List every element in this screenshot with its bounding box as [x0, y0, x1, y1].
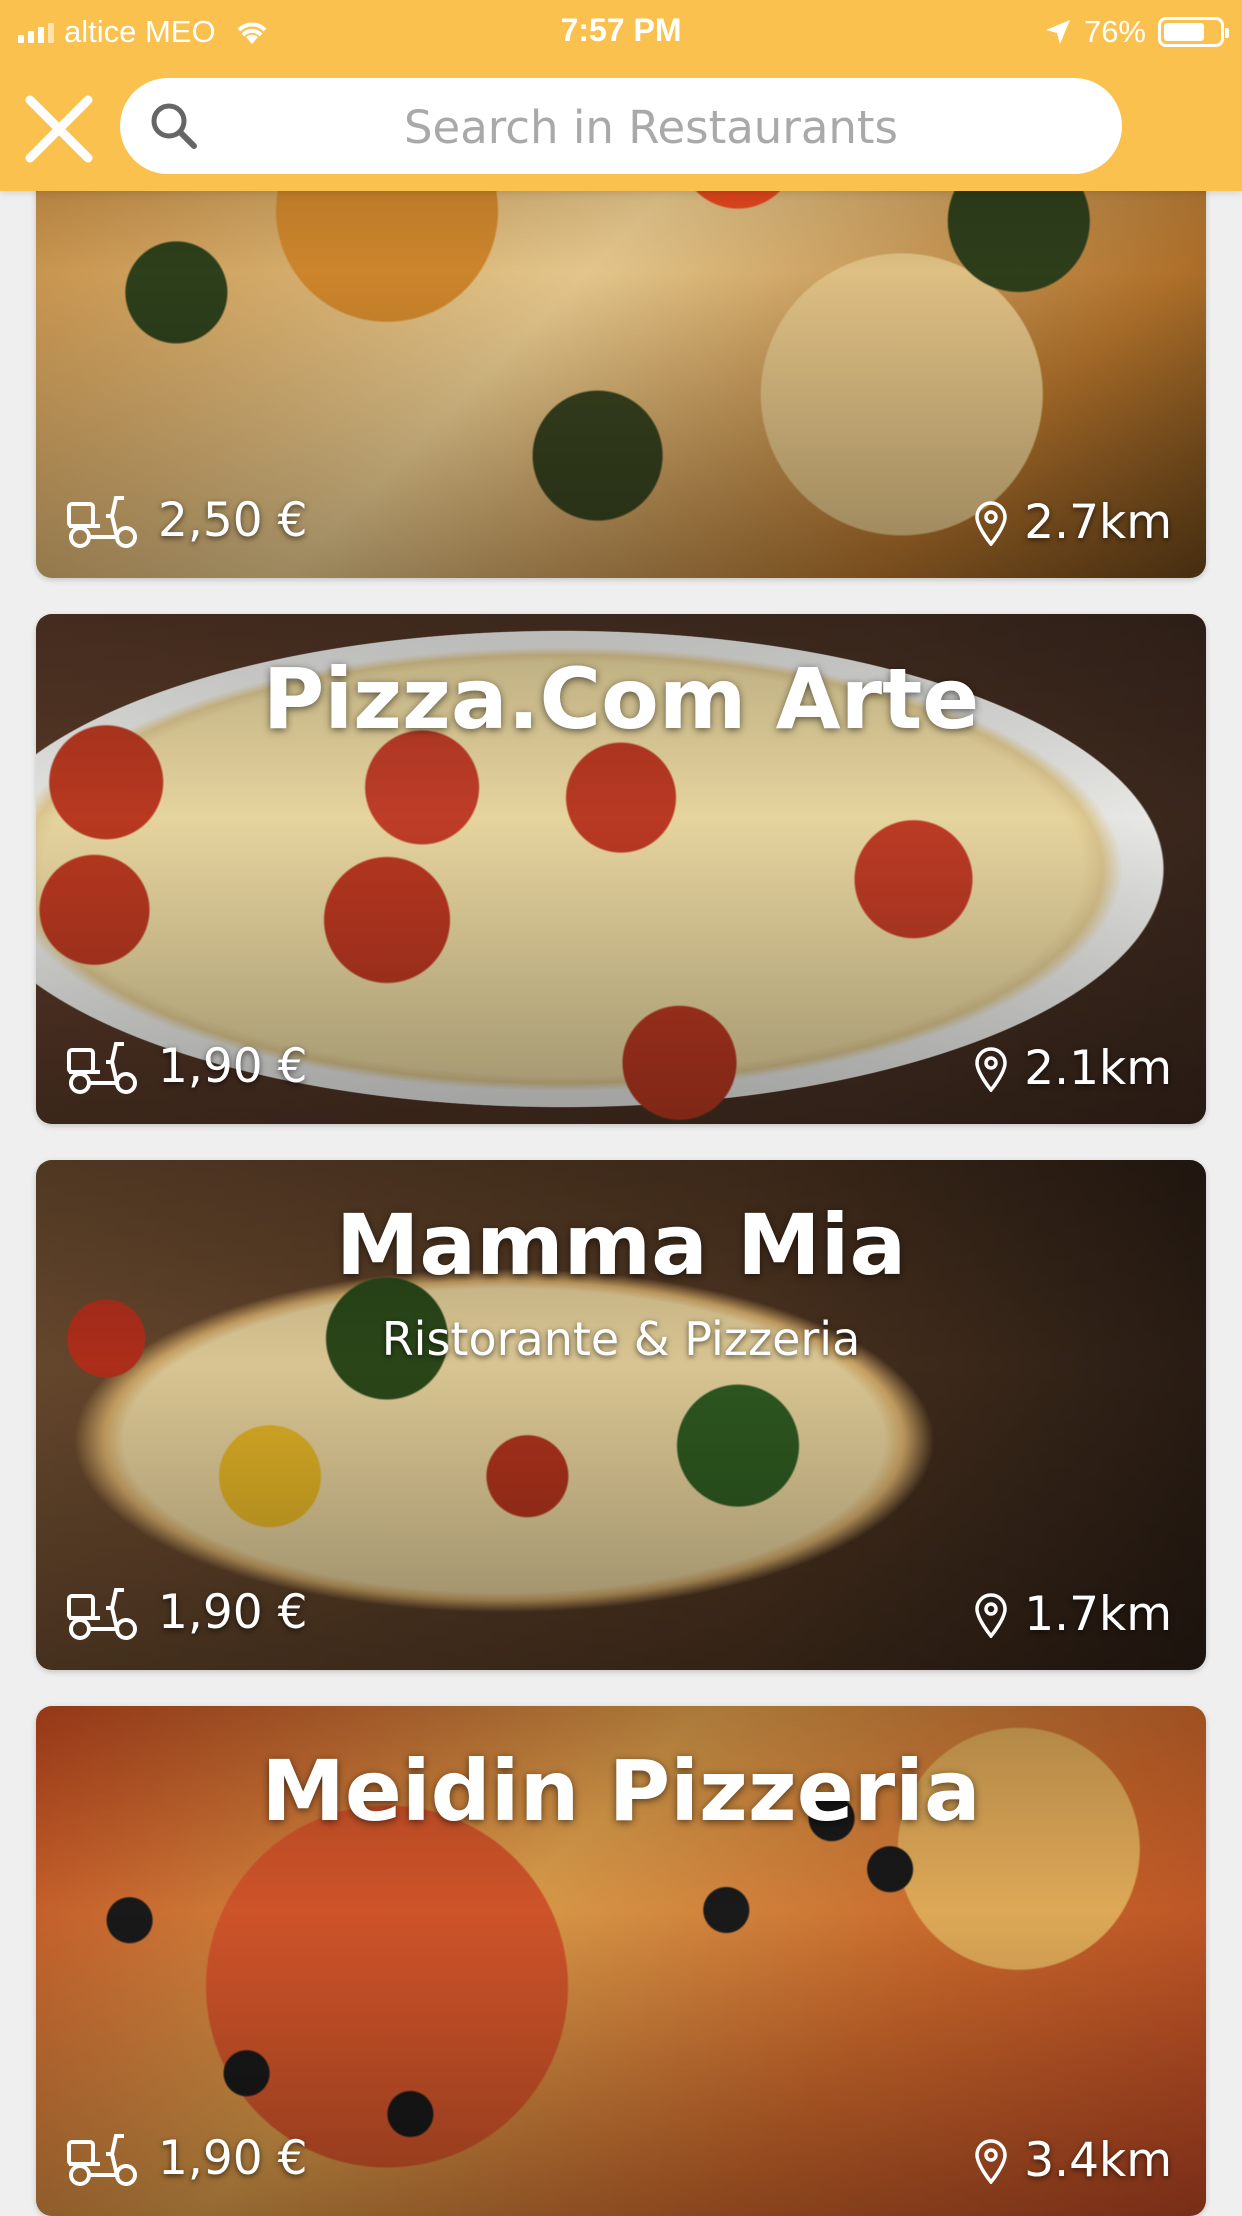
delivery-fee: 2,50 € [66, 490, 308, 550]
restaurant-name: Mamma Mia [335, 1196, 907, 1294]
distance: 1.7km [974, 1587, 1172, 1642]
delivery-fee-value: 1,90 € [158, 1038, 308, 1094]
search-icon [151, 103, 197, 149]
search-input[interactable] [220, 78, 1082, 176]
location-pin-icon [975, 1592, 1008, 1638]
top-bar: altice MEO 7:57 PM 76% [0, 0, 1242, 191]
battery-percentage: 76% [1083, 14, 1146, 49]
status-bar: altice MEO 7:57 PM 76% [0, 0, 1242, 62]
battery-fill [1164, 23, 1204, 41]
delivery-scooter-icon [67, 2134, 137, 2186]
location-pin-icon [975, 2138, 1008, 2184]
distance: 3.4km [974, 2133, 1172, 2188]
delivery-fee: 1,90 € [66, 1582, 308, 1642]
battery-icon [1158, 17, 1229, 47]
restaurant-card[interactable]: Mamma Mia Ristorante & Pizzeria 1,90 € 1… [36, 1160, 1206, 1670]
distance-value: 3.4km [1024, 2133, 1172, 2188]
delivery-scooter-icon [67, 496, 137, 548]
delivery-fee-value: 2,50 € [158, 492, 308, 548]
delivery-fee: 1,90 € [66, 1036, 308, 1096]
distance-value: 2.7km [1024, 495, 1172, 550]
delivery-fee: 1,90 € [66, 2128, 308, 2188]
restaurant-card[interactable]: Meidin Pizzeria 1,90 € 3.4km [36, 1706, 1206, 2216]
delivery-scooter-icon [67, 1588, 137, 1640]
restaurant-card[interactable]: Pizza.Com Arte 1,90 € 2.1km [36, 614, 1206, 1124]
location-arrow-icon [1045, 20, 1070, 44]
restaurant-name: Pizza.Com Arte [262, 650, 980, 748]
close-button[interactable] [22, 92, 96, 166]
delivery-fee-value: 1,90 € [158, 1584, 308, 1640]
distance-value: 1.7km [1024, 1587, 1172, 1642]
close-icon [25, 95, 93, 163]
distance: 2.1km [974, 1041, 1172, 1096]
distance-value: 2.1km [1024, 1041, 1172, 1096]
delivery-scooter-icon [67, 1042, 137, 1094]
location-pin-icon [975, 1046, 1008, 1092]
distance: 2.7km [974, 495, 1172, 550]
search-bar[interactable] [120, 78, 1122, 176]
location-pin-icon [975, 500, 1008, 546]
restaurant-name: Meidin Pizzeria [261, 1742, 981, 1840]
status-right: 76% [1044, 12, 1229, 52]
restaurant-subtitle: Ristorante & Pizzeria [381, 1312, 861, 1366]
delivery-fee-value: 1,90 € [158, 2130, 308, 2186]
